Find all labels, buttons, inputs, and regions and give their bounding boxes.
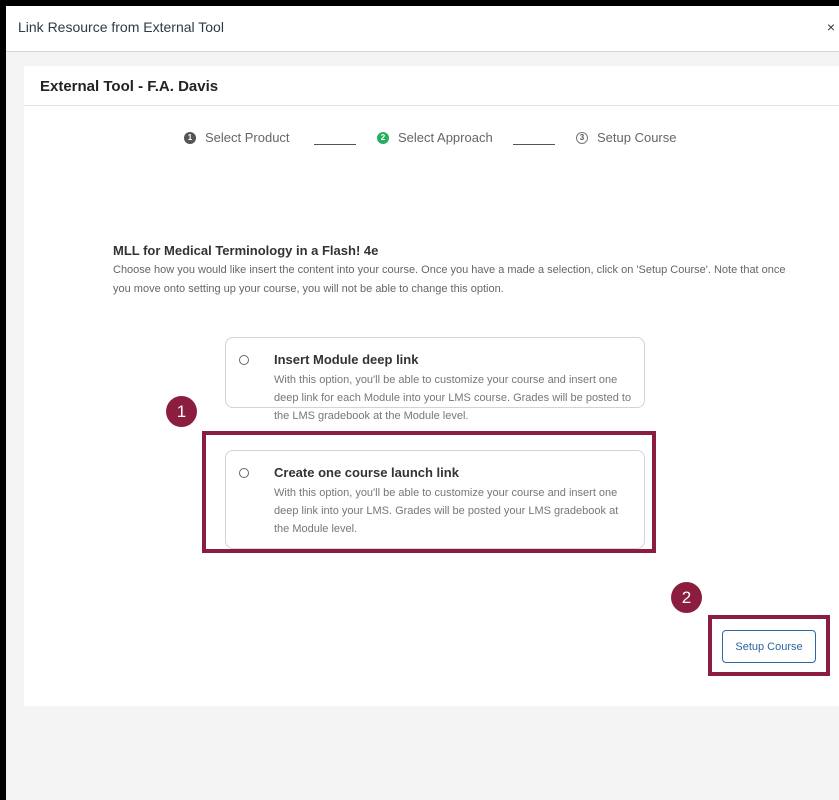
step-select-approach: 2 Select Approach: [377, 130, 493, 145]
panel-title: External Tool - F.A. Davis: [40, 78, 219, 95]
step-label: Select Product: [205, 130, 290, 145]
step-divider: [314, 144, 356, 145]
step-select-product: 1 Select Product: [184, 130, 290, 145]
panel-header: External Tool - F.A. Davis: [24, 66, 839, 106]
step-number-icon: 1: [184, 131, 196, 144]
callout-badge-1: 1: [166, 396, 197, 427]
modal-dialog: Link Resource from External Tool × Exter…: [0, 0, 839, 800]
stepper: 1 Select Product 2 Select Approach 3 Set…: [24, 130, 839, 150]
instructions-text: Choose how you would like insert the con…: [113, 264, 786, 295]
highlight-box-option: [202, 431, 656, 553]
step-setup-course: 3 Setup Course: [576, 130, 677, 145]
option-module-deep-link[interactable]: Insert Module deep link With this option…: [225, 337, 645, 422]
callout-badge-2: 2: [671, 582, 702, 613]
step-divider: [513, 144, 555, 145]
step-label: Select Approach: [398, 130, 493, 145]
option-title: Insert Module deep link: [274, 352, 419, 367]
step-label: Setup Course: [597, 130, 677, 145]
dialog-header: Link Resource from External Tool ×: [6, 6, 839, 52]
step-number-icon: 2: [377, 131, 389, 144]
radio-button[interactable]: [239, 355, 249, 365]
highlight-box-button: [708, 615, 830, 676]
close-icon[interactable]: ×: [827, 19, 835, 35]
step-number-icon: 3: [576, 131, 588, 144]
option-description: With this option, you'll be able to cust…: [274, 374, 632, 422]
external-tool-panel: External Tool - F.A. Davis 1 Select Prod…: [24, 66, 839, 706]
product-title: MLL for Medical Terminology in a Flash! …: [113, 243, 379, 258]
dialog-title: Link Resource from External Tool: [18, 19, 224, 35]
